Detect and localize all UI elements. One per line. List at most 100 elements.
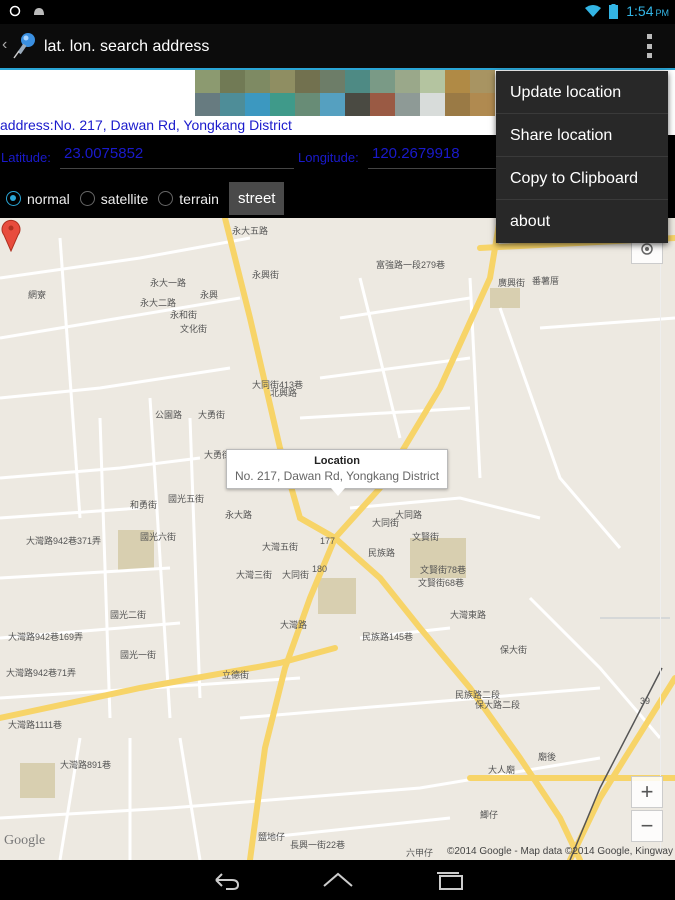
notification-ring-icon (9, 5, 21, 17)
map-label: 永大五路 (232, 226, 269, 236)
pushpin-icon[interactable] (10, 30, 40, 60)
color-swatch (220, 93, 245, 116)
map-label: 番薯厝 (532, 276, 560, 286)
map-label: 文賢街68巷 (418, 578, 465, 588)
color-swatch (395, 70, 420, 93)
menu-item-update-location[interactable]: Update location (496, 71, 668, 114)
color-swatch (445, 70, 470, 93)
map-label: 大灣路942巷71弄 (6, 668, 77, 678)
callout-subtitle: No. 217, Dawan Rd, Yongkang District (234, 469, 440, 483)
map-label: 文賢街 (412, 532, 440, 542)
radio-normal[interactable]: normal (6, 191, 70, 207)
map-label: 鹽地仔 (258, 832, 286, 842)
map-label: 六甲仔 (406, 848, 434, 858)
app-title: lat. lon. search address (44, 38, 210, 55)
color-swatch (220, 70, 245, 93)
map-label: 180 (312, 564, 328, 574)
location-pin-icon[interactable] (0, 218, 22, 252)
recent-apps-icon[interactable] (432, 868, 468, 892)
color-swatch (195, 93, 220, 116)
color-swatch (370, 70, 395, 93)
latitude-label: Latitude: (1, 150, 51, 165)
map-label: 大灣路1111巷 (8, 720, 63, 730)
color-swatch (445, 93, 470, 116)
status-bar: 1:54 PM (0, 0, 675, 24)
color-swatch (370, 93, 395, 116)
map-view[interactable]: 永大五路 永興街 永大一路 永大二路 永和街 文化街 永興 大同街413巷 北興路 大同街 公園路大… (0, 218, 675, 860)
color-swatch (345, 70, 370, 93)
color-swatch (245, 93, 270, 116)
map-label: 民族路145巷 (362, 632, 414, 642)
color-swatch (320, 93, 345, 116)
color-swatch (270, 93, 295, 116)
map-label: 大灣東路 (450, 610, 487, 620)
map-label: 大灣三街 (236, 570, 273, 580)
up-caret-icon[interactable]: ‹ (2, 36, 7, 54)
map-label: 永大一路 (150, 278, 187, 288)
color-swatch (395, 93, 420, 116)
color-swatch (295, 70, 320, 93)
map-label: 保大路二段 (475, 700, 521, 710)
android-debug-icon (34, 8, 44, 15)
map-label: 文化街 (180, 324, 208, 334)
color-swatch (245, 70, 270, 93)
radio-dot-icon[interactable] (79, 191, 95, 206)
map-label: 大同街 (282, 570, 310, 580)
map-label: 富強路一段279巷 (376, 260, 446, 270)
wifi-icon (585, 5, 602, 17)
radio-satellite[interactable]: satellite (79, 191, 148, 207)
callout-title: Location (314, 455, 360, 467)
zoom-in-button[interactable]: + (631, 776, 663, 808)
map-label: 鯽仔 (480, 810, 499, 820)
map-label: 國光五街 (168, 494, 205, 504)
map-label: 大同路 (395, 510, 423, 520)
color-swatch (270, 70, 295, 93)
map-label: 網寮 (28, 290, 47, 300)
map-label: 和勇街 (130, 500, 158, 510)
color-swatch (295, 93, 320, 116)
navigation-bar (0, 860, 675, 900)
map-label: 永大路 (225, 510, 253, 520)
overflow-menu-icon[interactable] (645, 34, 653, 58)
status-time: 1:54 PM (626, 3, 669, 19)
map-label: 公園路 (155, 410, 183, 420)
map-label: 國光六街 (140, 532, 177, 542)
map-label: 大人廟 (488, 765, 516, 775)
map-label: 長興一街22巷 (290, 840, 346, 850)
color-swatch (195, 70, 220, 93)
color-swatch-strip (195, 70, 495, 116)
back-icon[interactable] (208, 868, 244, 892)
map-label: 保大街 (500, 645, 528, 655)
google-logo: Google (4, 833, 46, 848)
map-label: 39 (640, 696, 651, 706)
map-copyright: ©2014 Google - Map data ©2014 Google, Ki… (447, 846, 673, 857)
map-label: 永和街 (170, 310, 198, 320)
overflow-menu: Update location Share location Copy to C… (496, 71, 668, 243)
home-icon[interactable] (320, 868, 356, 892)
street-button[interactable]: street (228, 182, 285, 215)
longitude-label: Longitude: (298, 150, 359, 165)
map-type-selector: normal satellite terrain street (6, 182, 285, 215)
map-label: 文賢街78巷 (420, 565, 467, 575)
location-callout[interactable]: Location No. 217, Dawan Rd, Yongkang Dis… (226, 449, 448, 496)
menu-item-share-location[interactable]: Share location (496, 114, 668, 157)
map-label: 177 (320, 536, 336, 546)
map-label: 大勇街 (198, 410, 226, 420)
radio-dot-icon[interactable] (6, 191, 21, 206)
zoom-out-button[interactable]: − (631, 810, 663, 842)
map-label: 廣興街 (498, 278, 526, 288)
color-swatch (470, 70, 495, 93)
map-label: 大灣路942巷371弄 (26, 536, 102, 546)
map-label: 大灣路 (280, 620, 308, 630)
menu-item-about[interactable]: about (496, 200, 668, 243)
map-label: 立德街 (222, 670, 250, 680)
map-label: 永興街 (252, 270, 280, 280)
battery-icon (609, 3, 619, 19)
radio-terrain[interactable]: terrain (158, 191, 219, 207)
map-label: 國光一街 (120, 650, 157, 660)
color-swatch (345, 93, 370, 116)
map-label: 民族路 (368, 548, 396, 558)
latitude-field[interactable]: 23.0075852 (60, 141, 294, 169)
radio-dot-icon[interactable] (158, 191, 174, 206)
menu-item-copy-to-clipboard[interactable]: Copy to Clipboard (496, 157, 668, 200)
